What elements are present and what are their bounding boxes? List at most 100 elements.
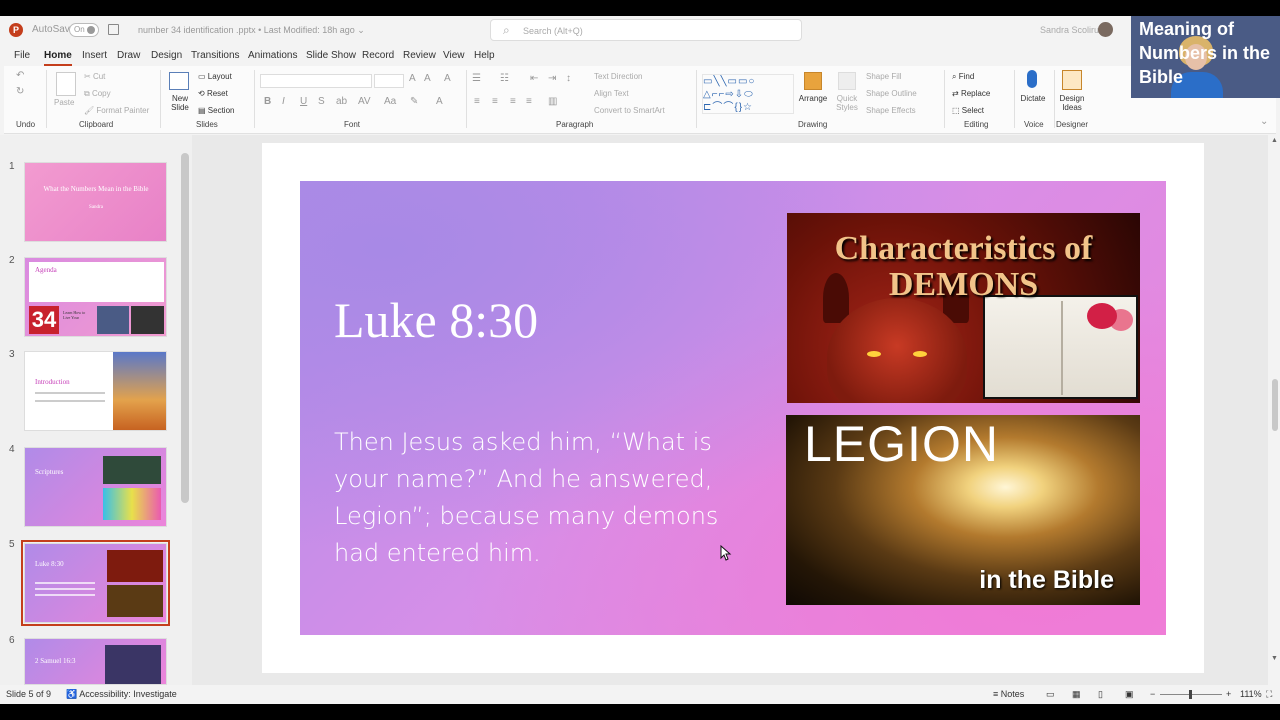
slide-thumbnail-4[interactable]: Scriptures bbox=[24, 447, 167, 527]
legion-in-the-bible-image[interactable]: LEGION in the Bible bbox=[786, 415, 1140, 605]
design-ideas-icon[interactable] bbox=[1062, 70, 1082, 90]
section-button[interactable]: ▤ Section bbox=[198, 106, 234, 115]
text-shadow-icon[interactable]: ab bbox=[336, 96, 347, 107]
underline-button[interactable]: U bbox=[300, 96, 307, 107]
scroll-up-icon[interactable]: ▲ bbox=[1271, 137, 1278, 144]
zoom-slider-thumb[interactable] bbox=[1189, 690, 1192, 699]
design-ideas-button[interactable]: Design Ideas bbox=[1054, 94, 1090, 112]
slide-thumbnail-5[interactable]: Luke 8:30 bbox=[21, 540, 170, 626]
tab-slide-show[interactable]: Slide Show bbox=[306, 50, 356, 61]
user-name[interactable]: Sandra Scoliru bbox=[1040, 25, 1099, 35]
paste-icon[interactable] bbox=[56, 72, 76, 96]
slide[interactable]: Luke 8:30 Then Jesus asked him, “What is… bbox=[300, 181, 1166, 635]
tab-file[interactable]: File bbox=[14, 50, 30, 61]
bullets-icon[interactable]: ☰ bbox=[472, 73, 481, 84]
tab-transitions[interactable]: Transitions bbox=[191, 50, 240, 61]
characteristics-of-demons-image[interactable]: Characteristics of DEMONS bbox=[787, 213, 1140, 403]
new-slide-icon[interactable] bbox=[169, 72, 189, 90]
slide-title[interactable]: Luke 8:30 bbox=[334, 291, 538, 349]
quick-styles-button[interactable]: Quick Styles bbox=[830, 94, 864, 112]
slide-thumbnail-1[interactable]: What the Numbers Mean in the Bible Sandr… bbox=[24, 162, 167, 242]
shape-outline-button[interactable]: Shape Outline bbox=[866, 89, 917, 98]
shapes-gallery[interactable]: ▭╲╲▭▭○ △⌐⌐⇨⇩⬭ ⊏⌒⌒{}☆ bbox=[702, 74, 794, 114]
avatar[interactable] bbox=[1098, 22, 1113, 37]
normal-view-icon[interactable]: ▭ bbox=[1046, 689, 1055, 700]
shape-fill-button[interactable]: Shape Fill bbox=[866, 72, 902, 81]
dictate-button[interactable]: Dictate bbox=[1016, 94, 1050, 103]
columns-icon[interactable]: ▥ bbox=[548, 96, 557, 107]
collapse-ribbon-icon[interactable]: ⌄ bbox=[1260, 116, 1268, 127]
scrollbar-thumb[interactable] bbox=[181, 153, 189, 503]
strikethrough-button[interactable]: S bbox=[318, 96, 325, 107]
reset-button[interactable]: ⟲ Reset bbox=[198, 89, 228, 98]
tab-review[interactable]: Review bbox=[403, 50, 436, 61]
slide-thumbnail-6[interactable]: 2 Samuel 16:3 bbox=[24, 638, 167, 685]
fit-to-window-icon[interactable]: ⛶ bbox=[1266, 689, 1272, 700]
slide-thumbnail-3[interactable]: Introduction bbox=[24, 351, 167, 431]
slide-body-text[interactable]: Then Jesus asked him, “What is your name… bbox=[334, 424, 744, 572]
tab-record[interactable]: Record bbox=[362, 50, 394, 61]
justify-icon[interactable]: ≡ bbox=[526, 96, 532, 107]
paste-button[interactable]: Paste bbox=[54, 98, 74, 107]
accessibility-button[interactable]: ♿ Accessibility: Investigate bbox=[66, 689, 177, 700]
slide-sorter-icon[interactable]: ▦ bbox=[1072, 689, 1081, 700]
format-painter-button[interactable]: 🖌 Format Painter bbox=[84, 106, 149, 115]
decrease-indent-icon[interactable]: ⇤ bbox=[530, 73, 538, 84]
arrange-button[interactable]: Arrange bbox=[796, 94, 830, 103]
save-icon[interactable] bbox=[108, 24, 119, 35]
tab-home[interactable]: Home bbox=[44, 50, 72, 66]
canvas-scrollbar[interactable]: ▲ ▼ bbox=[1270, 135, 1280, 685]
select-button[interactable]: ⬚ Select bbox=[952, 106, 984, 115]
font-grow-icon[interactable]: A bbox=[409, 73, 416, 84]
align-right-icon[interactable]: ≡ bbox=[510, 96, 516, 107]
text-direction-button[interactable]: Text Direction bbox=[594, 72, 642, 81]
autosave-toggle[interactable]: On bbox=[69, 23, 99, 37]
reading-view-icon[interactable]: ▯ bbox=[1098, 689, 1103, 700]
change-case-icon[interactable]: Aa bbox=[384, 96, 396, 107]
cut-button[interactable]: ✂ Cut bbox=[84, 72, 105, 81]
quick-styles-icon[interactable] bbox=[838, 72, 856, 90]
font-color-icon[interactable]: A bbox=[436, 96, 443, 107]
tab-view[interactable]: View bbox=[443, 50, 465, 61]
new-slide-button[interactable]: New Slide bbox=[164, 94, 196, 112]
search-input[interactable]: ⌕ Search (Alt+Q) bbox=[490, 19, 802, 41]
zoom-level[interactable]: 111% bbox=[1240, 689, 1262, 699]
font-name-select[interactable] bbox=[260, 74, 372, 88]
line-spacing-icon[interactable]: ↕ bbox=[566, 73, 571, 84]
font-shrink-icon[interactable]: A bbox=[424, 73, 431, 84]
undo-icon[interactable]: ↶ bbox=[16, 70, 24, 81]
tab-help[interactable]: Help bbox=[474, 50, 495, 61]
arrange-icon[interactable] bbox=[804, 72, 822, 90]
scrollbar-thumb[interactable] bbox=[1272, 379, 1278, 431]
clear-format-icon[interactable]: A bbox=[444, 73, 451, 84]
tab-draw[interactable]: Draw bbox=[117, 50, 140, 61]
slide-thumbnail-2[interactable]: Agenda 34 Learn How to Live Your bbox=[24, 257, 167, 337]
align-left-icon[interactable]: ≡ bbox=[474, 96, 480, 107]
char-spacing-icon[interactable]: AV bbox=[358, 96, 371, 107]
font-size-select[interactable] bbox=[374, 74, 404, 88]
redo-icon[interactable]: ↻ bbox=[16, 86, 24, 97]
layout-button[interactable]: ▭ Layout bbox=[198, 72, 232, 81]
align-text-button[interactable]: Align Text bbox=[594, 89, 629, 98]
zoom-in-icon[interactable]: + bbox=[1226, 689, 1231, 699]
tab-animations[interactable]: Animations bbox=[248, 50, 297, 61]
replace-button[interactable]: ⇄ Replace bbox=[952, 89, 990, 98]
bold-button[interactable]: B bbox=[264, 96, 271, 107]
highlight-icon[interactable]: ✎ bbox=[410, 96, 418, 107]
notes-button[interactable]: ≡ Notes bbox=[993, 689, 1024, 699]
copy-button[interactable]: ⧉ Copy bbox=[84, 89, 111, 99]
shape-effects-button[interactable]: Shape Effects bbox=[866, 106, 916, 115]
increase-indent-icon[interactable]: ⇥ bbox=[548, 73, 556, 84]
convert-smartart-button[interactable]: Convert to SmartArt bbox=[594, 106, 665, 115]
zoom-out-icon[interactable]: − bbox=[1150, 689, 1155, 699]
numbering-icon[interactable]: ☷ bbox=[500, 73, 509, 84]
document-title[interactable]: number 34 identification .pptx • Last Mo… bbox=[138, 25, 365, 36]
scroll-down-icon[interactable]: ▼ bbox=[1271, 655, 1278, 662]
thumbnail-scrollbar[interactable] bbox=[180, 147, 190, 687]
tab-design[interactable]: Design bbox=[151, 50, 182, 61]
tab-insert[interactable]: Insert bbox=[82, 50, 107, 61]
microphone-icon[interactable] bbox=[1027, 70, 1037, 88]
italic-button[interactable]: I bbox=[282, 96, 285, 107]
align-center-icon[interactable]: ≡ bbox=[492, 96, 498, 107]
find-button[interactable]: ⌕ Find bbox=[952, 72, 974, 82]
